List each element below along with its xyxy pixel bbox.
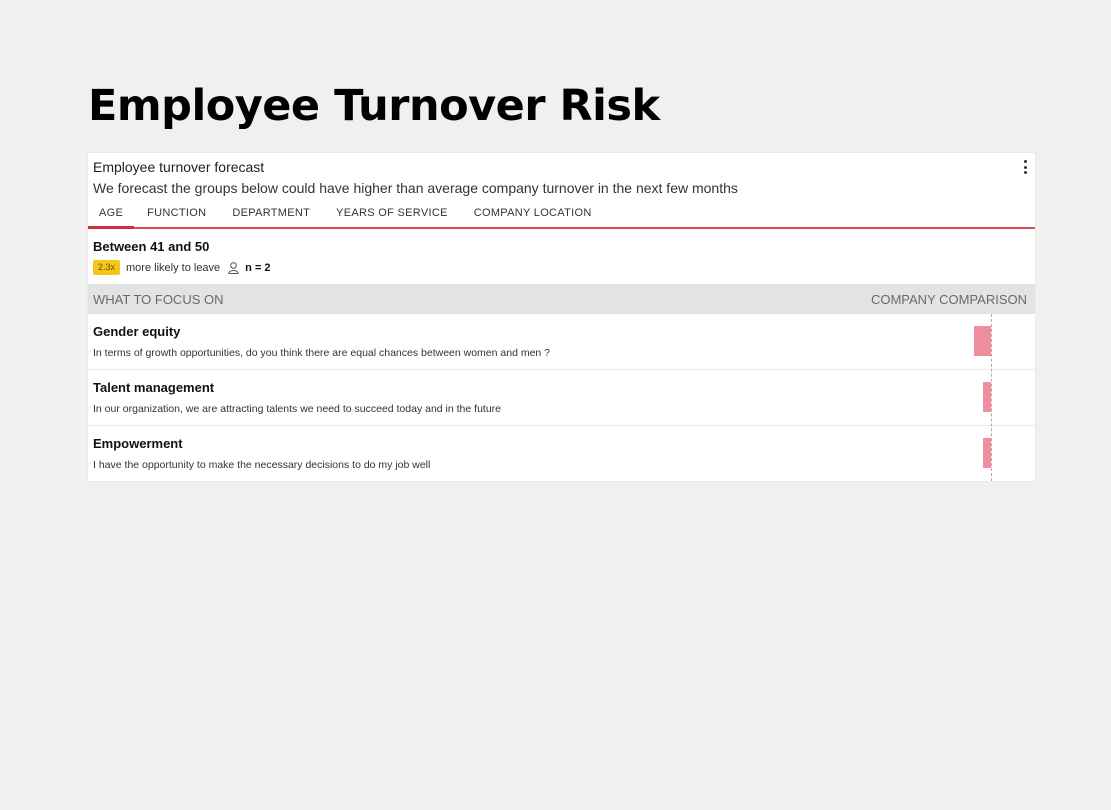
tab-bar: AGE FUNCTION DEPARTMENT YEARS OF SERVICE… xyxy=(88,201,1035,229)
card-header: Employee turnover forecast We forecast t… xyxy=(88,153,1035,229)
group-name: Between 41 and 50 xyxy=(93,239,210,254)
tab-department[interactable]: DEPARTMENT xyxy=(219,201,323,227)
company-comparison-label: COMPANY COMPARISON xyxy=(870,292,1027,307)
tab-company-location[interactable]: COMPANY LOCATION xyxy=(461,201,605,227)
focus-item-title: Gender equity xyxy=(93,324,181,339)
comparison-bar xyxy=(983,438,991,468)
focus-header-label: WHAT TO FOCUS ON xyxy=(93,292,224,307)
company-average-line xyxy=(991,314,992,481)
tab-function[interactable]: FUNCTION xyxy=(134,201,219,227)
tab-years-of-service[interactable]: YEARS OF SERVICE xyxy=(323,201,461,227)
card-subtitle: We forecast the groups below could have … xyxy=(93,180,738,196)
group-meta: 2.3x more likely to leave n = 2 xyxy=(93,260,271,275)
focus-item-description: In our organization, we are attracting t… xyxy=(93,403,502,415)
focus-item[interactable]: Gender equity In terms of growth opportu… xyxy=(88,314,1035,370)
focus-item[interactable]: Empowerment I have the opportunity to ma… xyxy=(88,426,1035,482)
focus-item-description: I have the opportunity to make the neces… xyxy=(93,459,431,471)
focus-item[interactable]: Talent management In our organization, w… xyxy=(88,370,1035,426)
comparison-bar xyxy=(974,326,991,356)
focus-item-title: Empowerment xyxy=(93,436,183,451)
person-icon xyxy=(228,261,239,274)
likely-to-leave-text: more likely to leave xyxy=(126,261,221,274)
page-title: Employee Turnover Risk xyxy=(88,81,660,131)
focus-item-title: Talent management xyxy=(93,380,215,395)
kebab-menu-icon[interactable] xyxy=(1022,160,1028,174)
focus-item-description: In terms of growth opportunities, do you… xyxy=(93,347,551,359)
multiplier-badge: 2.3x xyxy=(93,260,121,275)
focus-header: WHAT TO FOCUS ON COMPANY COMPARISON xyxy=(88,284,1035,314)
tab-age[interactable]: AGE xyxy=(88,201,135,229)
card-title: Employee turnover forecast xyxy=(93,159,265,175)
sample-size: n = 2 xyxy=(245,261,271,274)
turnover-forecast-card: Employee turnover forecast We forecast t… xyxy=(88,153,1035,482)
comparison-bar xyxy=(983,382,991,412)
